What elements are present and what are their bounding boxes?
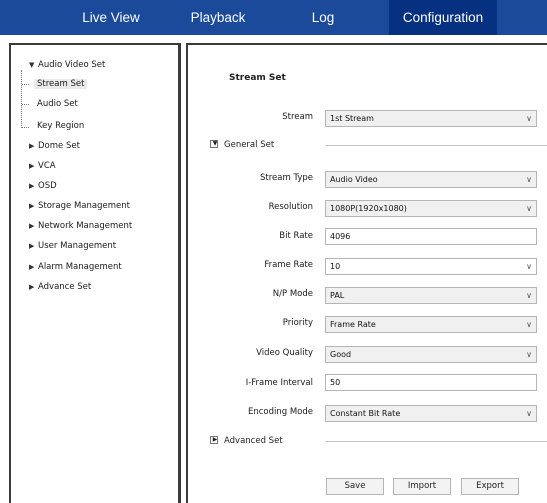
tree-guide-line xyxy=(22,104,29,105)
tree-node-dome-set[interactable]: ▶ Dome Set xyxy=(29,139,80,153)
triangle-right-icon: ▶ xyxy=(29,162,35,170)
chevron-down-icon: ∨ xyxy=(526,114,532,123)
chevron-down-icon: ∨ xyxy=(526,262,532,271)
resolution-value: 1080P(1920x1080) xyxy=(330,204,407,213)
stream-type-select[interactable]: Audio Video ∨ xyxy=(325,171,537,188)
stream-select[interactable]: 1st Stream ∨ xyxy=(325,110,537,127)
triangle-right-icon: ▶ xyxy=(29,222,35,230)
tree-node-advance-set[interactable]: ▶ Advance Set xyxy=(29,280,91,294)
tree-guide-line xyxy=(22,127,29,128)
chevron-down-icon: ∨ xyxy=(526,320,532,329)
tree-node-audio-video-set[interactable]: ▼ Audio Video Set xyxy=(29,58,105,72)
encoding-mode-value: Constant Bit Rate xyxy=(330,409,401,418)
tree-node-osd[interactable]: ▶ OSD xyxy=(29,179,57,193)
video-quality-label: Video Quality xyxy=(256,348,313,358)
triangle-right-icon: ▶ xyxy=(29,142,35,150)
tree-item-audio-set[interactable]: Audio Set xyxy=(37,97,78,111)
stream-type-value: Audio Video xyxy=(330,175,378,184)
tree-item-label: Audio Set xyxy=(37,99,78,109)
import-button[interactable]: Import xyxy=(393,478,451,495)
bit-rate-input[interactable]: 4096 xyxy=(325,228,537,245)
chevron-down-icon: ∨ xyxy=(526,291,532,300)
tree-item-key-region[interactable]: Key Region xyxy=(37,119,84,133)
tree-item-label: Stream Set xyxy=(34,79,88,89)
nav-log[interactable]: Log xyxy=(308,0,338,35)
stream-type-label: Stream Type xyxy=(260,173,313,183)
np-mode-value: PAL xyxy=(330,291,345,300)
priority-value: Frame Rate xyxy=(330,320,376,329)
section-divider xyxy=(325,441,547,442)
expand-toggle-icon: ▶ xyxy=(210,435,218,444)
np-mode-label: N/P Mode xyxy=(272,289,313,299)
tree-node-user-management[interactable]: ▶ User Management xyxy=(29,239,116,253)
nav-playback[interactable]: Playback xyxy=(186,0,250,35)
resolution-select[interactable]: 1080P(1920x1080) ∨ xyxy=(325,200,537,217)
triangle-right-icon: ▶ xyxy=(29,283,35,291)
stream-select-value: 1st Stream xyxy=(330,114,374,123)
save-button[interactable]: Save xyxy=(326,478,384,495)
nav-live-view[interactable]: Live View xyxy=(57,0,165,35)
encoding-mode-label: Encoding Mode xyxy=(247,407,313,417)
frame-rate-select[interactable]: 10 ∨ xyxy=(325,258,537,275)
priority-label: Priority xyxy=(282,318,313,328)
tree-item-stream-set[interactable]: Stream Set xyxy=(34,77,88,91)
tree-item-label: Key Region xyxy=(37,121,85,131)
chevron-down-icon: ∨ xyxy=(526,409,532,418)
triangle-right-icon: ▶ xyxy=(29,263,35,271)
tree-guide-line xyxy=(21,70,22,128)
bit-rate-value: 4096 xyxy=(330,232,351,241)
iframe-interval-input[interactable]: 50 xyxy=(325,374,537,391)
top-nav-bar: Live View Playback Log Configuration xyxy=(0,0,547,35)
encoding-mode-select[interactable]: Constant Bit Rate ∨ xyxy=(325,405,537,422)
iframe-interval-label: I-Frame Interval xyxy=(245,378,313,388)
advanced-set-label: Advanced Set xyxy=(224,436,283,446)
chevron-down-icon: ∨ xyxy=(526,350,532,359)
tree-node-storage-management[interactable]: ▶ Storage Management xyxy=(29,199,130,213)
tree-guide-line xyxy=(22,84,29,85)
triangle-right-icon: ▶ xyxy=(29,202,35,210)
triangle-down-icon: ▼ xyxy=(29,61,35,69)
general-set-label: General Set xyxy=(224,140,275,150)
iframe-interval-value: 50 xyxy=(330,378,341,387)
tree-node-vca[interactable]: ▶ VCA xyxy=(29,159,56,173)
triangle-right-icon: ▶ xyxy=(29,182,35,190)
advanced-set-toggle[interactable]: ▶ Advanced Set xyxy=(210,434,283,448)
video-quality-value: Good xyxy=(330,350,352,359)
priority-select[interactable]: Frame Rate ∨ xyxy=(325,316,537,333)
video-quality-select[interactable]: Good ∨ xyxy=(325,346,537,363)
np-mode-select[interactable]: PAL ∨ xyxy=(325,287,537,304)
chevron-down-icon: ∨ xyxy=(526,175,532,184)
page-title: Stream Set xyxy=(229,73,286,83)
bit-rate-label: Bit Rate xyxy=(279,231,313,241)
tree-node-alarm-management[interactable]: ▶ Alarm Management xyxy=(29,260,122,274)
chevron-down-icon: ∨ xyxy=(526,204,532,213)
triangle-right-icon: ▶ xyxy=(29,242,35,250)
frame-rate-value: 10 xyxy=(330,262,341,271)
export-button[interactable]: Export xyxy=(461,478,519,495)
stream-label: Stream xyxy=(282,112,313,122)
expand-toggle-icon: ▼ xyxy=(210,139,218,148)
frame-rate-label: Frame Rate xyxy=(264,260,313,270)
general-set-toggle[interactable]: ▼ General Set xyxy=(210,138,274,152)
resolution-label: Resolution xyxy=(268,202,313,212)
nav-configuration[interactable]: Configuration xyxy=(389,0,497,35)
tree-node-network-management[interactable]: ▶ Network Management xyxy=(29,219,132,233)
section-divider xyxy=(325,145,547,146)
